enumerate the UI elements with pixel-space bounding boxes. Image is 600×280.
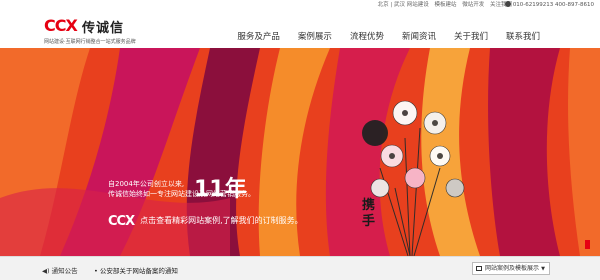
phone-text: 010-62199213 400-897-8610 (512, 2, 594, 8)
hero-banner[interactable]: 自2004年公司创立以来, 传诚信始终如一专注网站建设及网络营销服务。 11年 … (0, 48, 600, 256)
banner-years: 11年 (194, 177, 247, 202)
top-link-template[interactable]: 模板建站 (434, 2, 456, 8)
logo-tagline: 网站建设·互联网行销整合一站式服务品牌 (44, 39, 136, 45)
phone-icon (504, 1, 511, 7)
notice-bar: ◀) 通知公告 • 公安部关于网站备案的通知 网站案例及模板展示 ▼ (0, 256, 600, 280)
banner-cta[interactable]: CCX 点击查看精彩网站案例,了解我们的订制服务。 (108, 210, 303, 229)
notice-link[interactable]: • 公安部关于网站备案的通知 (94, 265, 178, 275)
nav-contact[interactable]: 联系我们 (506, 30, 540, 42)
logo-mark: CCX (44, 16, 78, 35)
nav-services[interactable]: 服务及产品 (237, 30, 280, 42)
speaker-icon: ◀) (42, 267, 50, 275)
banner-ccx-mark: CCX (108, 214, 135, 229)
top-link-microsite[interactable]: 微站开发 (462, 2, 484, 8)
nav-about[interactable]: 关于我们 (454, 30, 488, 42)
top-link-location[interactable]: 北京 | 武汉 网站建设 (378, 2, 429, 8)
side-marker (585, 240, 590, 249)
nav-news[interactable]: 新闻资讯 (402, 30, 436, 42)
chevron-down-icon: ▼ (541, 266, 545, 272)
nav-process[interactable]: 流程优势 (350, 30, 384, 42)
monitor-icon (476, 266, 482, 271)
case-showcase-button[interactable]: 网站案例及模板展示 ▼ (472, 262, 550, 275)
logo-name: 传诚信 (82, 21, 125, 36)
calligraphy-text: 携手 (362, 198, 376, 229)
logo[interactable]: CCX 传诚信 网站建设·互联网行销整合一站式服务品牌 (44, 16, 154, 46)
top-bar: 北京 | 武汉 网站建设 模板建站 微站开发 关注我们 010-62199213… (0, 0, 600, 10)
notice-label: ◀) 通知公告 (42, 267, 78, 275)
nav-cases[interactable]: 案例展示 (298, 30, 332, 42)
phone-number: 010-62199213 400-897-8610 (504, 0, 594, 10)
banner-line-1: 自2004年公司创立以来, (108, 180, 185, 188)
banner-cta-text: 点击查看精彩网站案例,了解我们的订制服务。 (140, 216, 303, 225)
top-links: 北京 | 武汉 网站建设 模板建站 微站开发 关注我们 (376, 0, 514, 10)
header: CCX 传诚信 网站建设·互联网行销整合一站式服务品牌 服务及产品 案例展示 流… (0, 10, 600, 48)
main-nav: 服务及产品 案例展示 流程优势 新闻资讯 关于我们 联系我们 (219, 30, 540, 42)
